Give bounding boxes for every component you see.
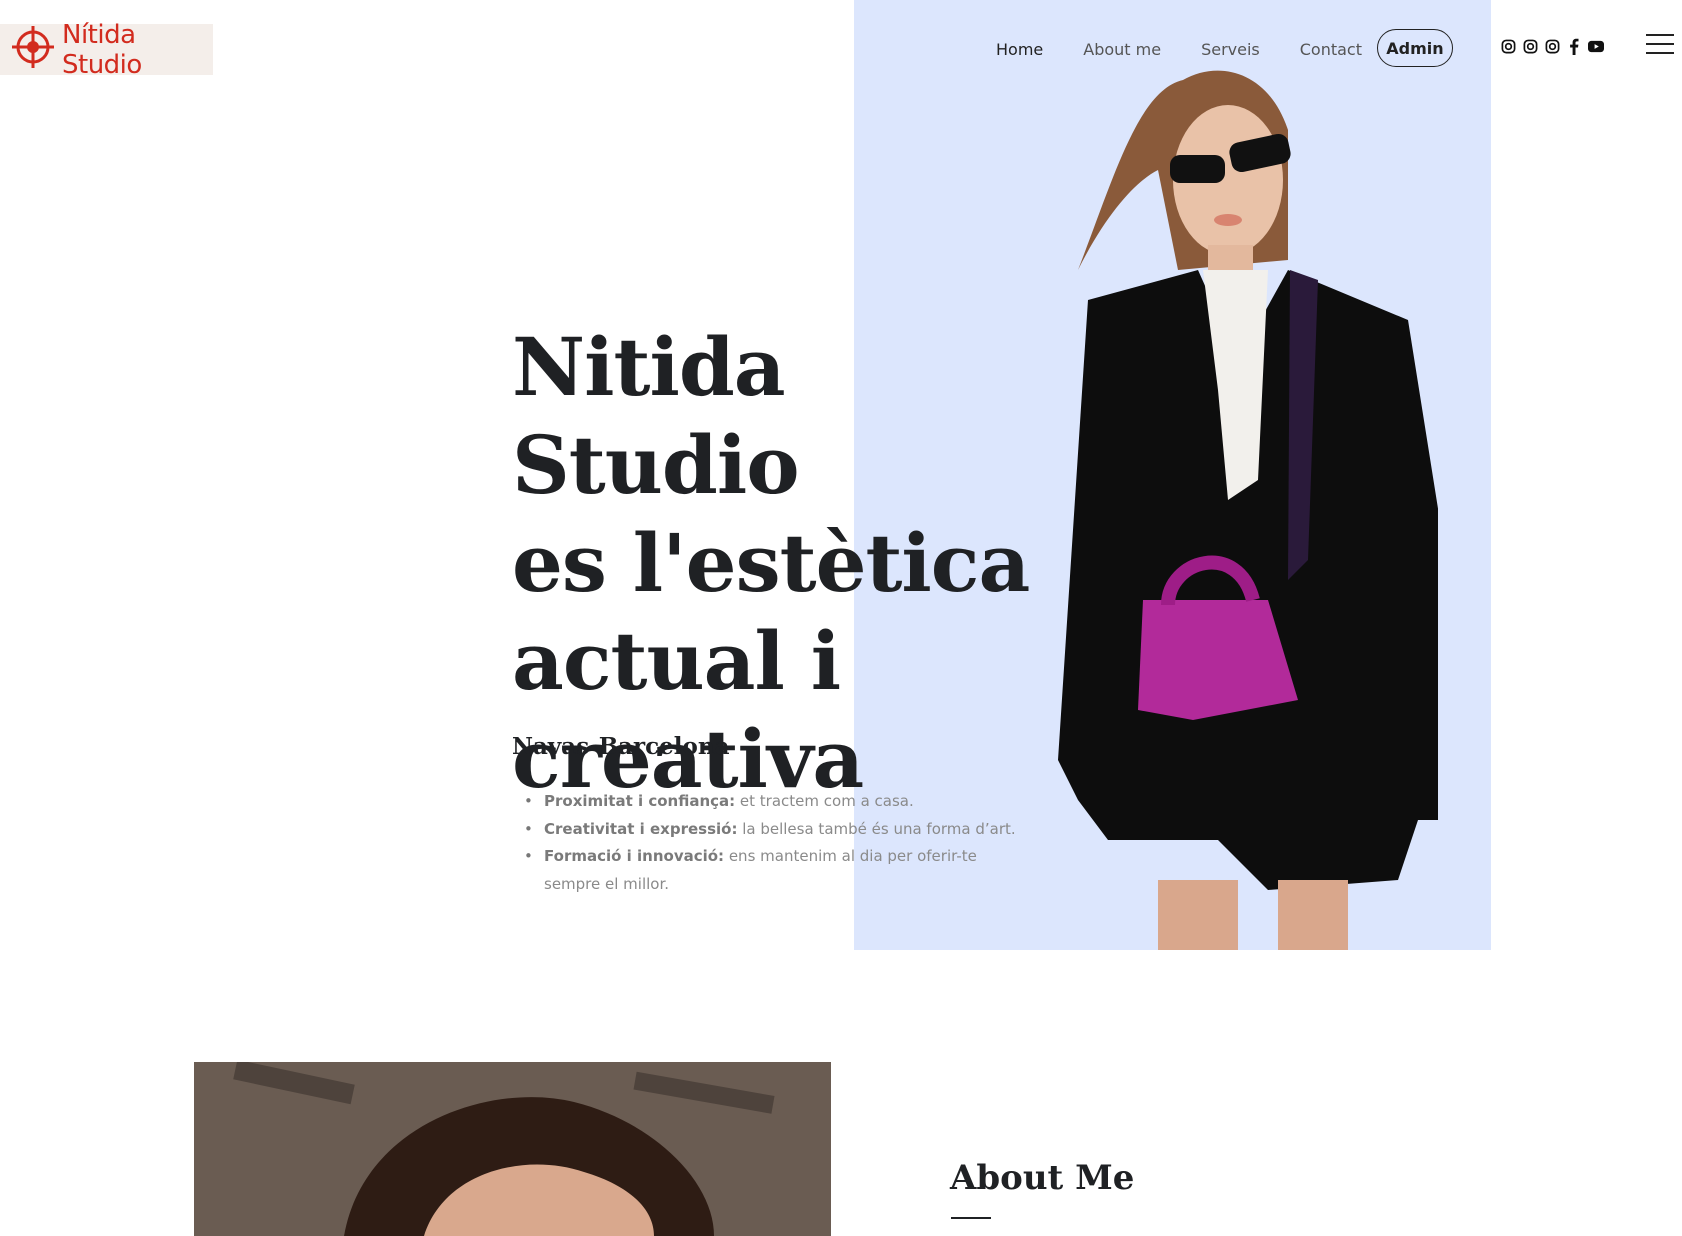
hero-subtitle: Navas-Barcelona xyxy=(512,733,730,760)
about-portrait-image xyxy=(194,1062,831,1236)
instagram-icon[interactable] xyxy=(1522,38,1538,54)
facebook-icon[interactable] xyxy=(1566,38,1582,55)
about-title: About Me xyxy=(950,1158,1135,1198)
about-photo xyxy=(194,1062,831,1236)
crosshair-target-icon xyxy=(10,24,56,75)
hero-model-photo xyxy=(1058,70,1438,950)
bullet-bold: Formació i innovació: xyxy=(544,847,725,865)
admin-button[interactable]: Admin xyxy=(1377,29,1453,67)
hero-title-line: actual i xyxy=(512,614,841,708)
instagram-icon[interactable] xyxy=(1500,38,1516,54)
list-item: Formació i innovació: ens mantenim al di… xyxy=(512,843,1032,898)
youtube-icon[interactable] xyxy=(1588,38,1604,54)
nav-serveis[interactable]: Serveis xyxy=(1201,40,1260,59)
list-item: Creativitat i expressió: la bellesa tamb… xyxy=(512,816,1032,844)
nav-contact[interactable]: Contact xyxy=(1300,40,1362,59)
hero-title-line: Nitida Studio xyxy=(512,320,800,512)
bullet-bold: Creativitat i expressió: xyxy=(544,819,738,838)
nav-about-me[interactable]: About me xyxy=(1083,40,1161,59)
brand-logo[interactable]: Nítida Studio xyxy=(0,20,213,80)
nav-home[interactable]: Home xyxy=(996,40,1043,59)
list-item: Proximitat i confiança: et tractem com a… xyxy=(512,788,1032,816)
hero-bullet-list: Proximitat i confiança: et tractem com a… xyxy=(512,788,1032,898)
instagram-icon[interactable] xyxy=(1544,38,1560,54)
social-links xyxy=(1500,38,1604,55)
main-nav: Home About me Serveis Contact xyxy=(996,40,1402,59)
hero-title-line: es l'estètica xyxy=(512,516,1030,610)
hamburger-menu-icon[interactable] xyxy=(1646,34,1674,56)
bullet-bold: Proximitat i confiança: xyxy=(544,792,736,810)
bullet-text: la bellesa també és una forma d’art. xyxy=(737,819,1016,838)
bullet-text: et tractem com a casa. xyxy=(735,792,914,810)
brand-name: Nítida Studio xyxy=(62,19,142,80)
title-divider xyxy=(951,1217,991,1219)
